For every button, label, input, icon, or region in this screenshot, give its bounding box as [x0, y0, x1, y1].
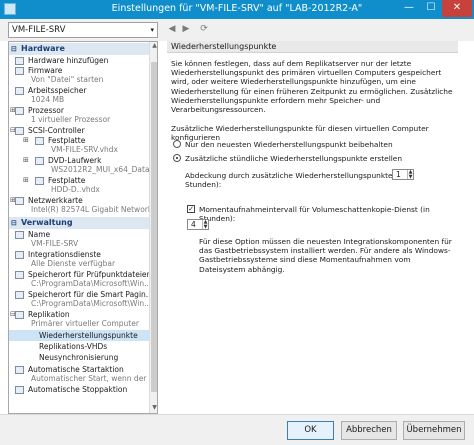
section-hardware[interactable]: ⊟ Hardware — [9, 43, 149, 55]
tree-item-label: SCSI-Controller — [28, 126, 85, 135]
tree-item-detail: VM-FILE-SRV.vhdx — [51, 145, 118, 154]
radio-latest-only[interactable] — [173, 140, 181, 148]
tree-item-label: Prozessor — [28, 106, 64, 115]
expand-icon[interactable]: ⊞ — [23, 136, 29, 145]
minimize-button[interactable]: — — [398, 0, 420, 17]
stepper-arrows-icon[interactable]: ▲ ▼ — [407, 170, 413, 179]
controller-icon — [15, 127, 24, 135]
processor-icon — [15, 107, 24, 115]
tree-item-label: Speicherort für die Smart Pagin... — [28, 290, 153, 299]
dialog-buttons: OK Abbrechen Übernehmen — [0, 414, 474, 445]
replication-icon — [15, 311, 24, 319]
coverage-label: Abdeckung durch zusätzliche Wiederherste… — [185, 171, 405, 190]
coverage-hours-value: 1 — [396, 170, 401, 179]
tree-item-detail: Alle Dienste verfügbar — [31, 259, 116, 268]
radio-additional-hourly[interactable] — [173, 154, 181, 162]
scroll-down-icon[interactable]: ▼ — [150, 404, 157, 413]
dvd-drive-icon — [35, 157, 44, 165]
tree-item-detail: 1 virtueller Prozessor — [31, 115, 111, 124]
tree-item-detail: HDD-D..vhdx — [51, 185, 100, 194]
refresh-icon[interactable]: ⟳ — [198, 23, 210, 35]
tree-item-label: Automatische Stoppaktion — [28, 385, 128, 394]
settings-tree: ⊟ Hardware Hardware hinzufügen Firmware … — [8, 41, 158, 414]
section-management[interactable]: ⊟ Verwaltung — [9, 217, 149, 229]
tree-item-label: Integrationsdienste — [28, 250, 101, 259]
tree-item-label: Neusynchronisierung — [39, 353, 119, 362]
tree-item-label: Speicherort für Prüfpunktdateien — [28, 270, 152, 279]
scroll-thumb[interactable] — [151, 62, 157, 392]
title-bar: Einstellungen für "VM-FILE-SRV" auf "LAB… — [0, 0, 474, 19]
tree-item-detail: 1024 MB — [31, 95, 65, 104]
folder-icon — [15, 291, 24, 299]
tree-item-label: Festplatte — [48, 136, 86, 145]
toolbar: VM-FILE-SRV ▾ ◀ ▶ ⟳ — [0, 19, 474, 41]
expand-icon[interactable]: ⊞ — [23, 176, 29, 185]
panel-scroll-area — [458, 41, 467, 414]
maximize-button[interactable]: ☐ — [420, 0, 442, 17]
vm-select[interactable]: VM-FILE-SRV ▾ — [8, 22, 158, 38]
tree-item-label: Name — [28, 230, 51, 239]
expand-icon[interactable]: ⊞ — [23, 156, 29, 165]
cancel-button[interactable]: Abbrechen — [341, 421, 397, 440]
tree-item-label: Festplatte — [48, 176, 86, 185]
coverage-hours-stepper[interactable]: 1 ▲ ▼ — [392, 169, 414, 180]
tree-item-detail: WS2012R2_MUI_x64_Data... — [51, 165, 157, 174]
snapshot-interval-checkbox[interactable]: ✓ — [187, 205, 195, 213]
tree-item-detail: Intel(R) 82574L Gigabit Network... — [31, 205, 158, 214]
tree-item-detail: Von "Datei" starten — [31, 75, 104, 84]
back-icon[interactable]: ◀ — [166, 23, 178, 35]
tree-item-detail: Primärer virtueller Computer — [31, 319, 139, 328]
intro-text: Sie können festlegen, dass auf dem Repli… — [171, 59, 453, 115]
memory-icon — [15, 87, 24, 95]
folder-icon — [15, 271, 24, 279]
close-button[interactable]: ✕ — [442, 0, 472, 17]
name-icon — [15, 231, 24, 239]
tree-scrollbar[interactable]: ▲ ▼ — [149, 42, 157, 413]
stop-action-icon — [15, 386, 24, 394]
tree-item-label: DVD-Laufwerk — [48, 156, 102, 165]
tree-item-label: Netzwerkkarte — [28, 196, 83, 205]
panel-header: Wiederherstellungspunkte — [167, 41, 467, 53]
snapshot-hours-value: 4 — [191, 220, 196, 229]
add-hardware-icon — [15, 57, 24, 65]
forward-icon[interactable]: ▶ — [180, 23, 192, 35]
ok-button[interactable]: OK — [287, 421, 334, 440]
firmware-icon — [15, 67, 24, 75]
hard-disk-icon — [35, 137, 44, 145]
chevron-down-icon: ▾ — [150, 26, 154, 34]
tree-item-label: Firmware — [28, 66, 63, 75]
tree-item-label: Hardware hinzufügen — [28, 56, 109, 65]
network-adapter-icon — [15, 197, 24, 205]
snapshot-hours-stepper[interactable]: 4 ▲ ▼ — [187, 219, 209, 230]
tree-item-label: Arbeitsspeicher — [28, 86, 87, 95]
tree-item-label: Automatische Startaktion — [28, 365, 124, 374]
section-hardware-label: Hardware — [21, 44, 65, 53]
settings-panel: Wiederherstellungspunkte Sie können fest… — [167, 41, 467, 414]
collapse-icon[interactable]: ⊟ — [11, 43, 17, 55]
vm-select-value: VM-FILE-SRV — [12, 25, 66, 35]
section-management-label: Verwaltung — [21, 218, 73, 227]
snapshot-interval-label[interactable]: Momentaufnahmeintervall für Volumeschatt… — [199, 205, 459, 223]
tree-item-label: Replikation — [28, 310, 70, 319]
tree-item-detail: C:\ProgramData\Microsoft\Win... — [31, 299, 152, 308]
scroll-up-icon[interactable]: ▲ — [150, 42, 157, 51]
hard-disk-icon — [35, 177, 44, 185]
radio-hourly-label[interactable]: Zusätzliche stündliche Wiederherstellung… — [185, 154, 455, 163]
integration-services-icon — [15, 251, 24, 259]
tree-item-detail: Automatischer Start, wenn der Di... — [31, 374, 158, 383]
tree-item-detail: C:\ProgramData\Microsoft\Win... — [31, 279, 152, 288]
collapse-icon[interactable]: ⊟ — [11, 217, 17, 229]
tree-item-label: Wiederherstellungspunkte — [39, 331, 138, 340]
apply-button[interactable]: Übernehmen — [403, 421, 465, 440]
integration-note: Für diese Option müssen die neuesten Int… — [199, 237, 452, 274]
start-action-icon — [15, 366, 24, 374]
tree-item-label: Replikations-VHDs — [39, 342, 108, 351]
tree-item-detail: VM-FILE-SRV — [31, 239, 79, 248]
radio-latest-label[interactable]: Nur den neuesten Wiederherstellungspunkt… — [185, 140, 455, 149]
stepper-arrows-icon[interactable]: ▲ ▼ — [202, 220, 208, 229]
